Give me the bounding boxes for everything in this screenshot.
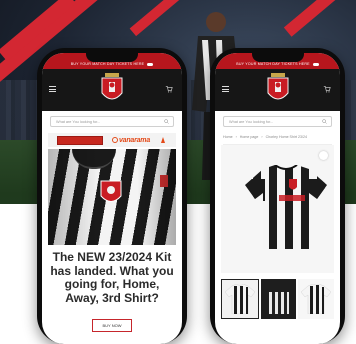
- promo-pill: [312, 63, 319, 66]
- thumbnail-front[interactable]: [221, 279, 259, 319]
- buy-now-button[interactable]: BUY NOW: [92, 319, 132, 332]
- phone-notch: [251, 53, 304, 62]
- breadcrumb-section[interactable]: Home page: [240, 135, 259, 139]
- search-input[interactable]: What are You looking for...: [223, 116, 332, 127]
- cart-icon[interactable]: [165, 85, 173, 93]
- thumbnail-strip: [221, 279, 335, 319]
- hero-headline: The NEW 23/2024 Kit has landed. What you…: [50, 250, 174, 305]
- shirt-thumb: [224, 284, 255, 314]
- right-phone-mockup: BUY YOUR MATCH DAY TICKETS HERE What are…: [210, 48, 345, 344]
- breadcrumb-home[interactable]: Home: [223, 135, 233, 139]
- photo-shading: [48, 149, 176, 245]
- promo-banner-text: BUY YOUR MATCH DAY TICKETS HERE: [236, 62, 310, 66]
- thumbnail-photo[interactable]: [260, 279, 297, 319]
- search-placeholder: What are You looking for...: [229, 119, 274, 124]
- search-placeholder: What are You looking for...: [56, 119, 101, 124]
- marketing-scene: BUY YOUR MATCH DAY TICKETS HERE What are…: [0, 0, 356, 344]
- search-input[interactable]: What are You looking for...: [50, 116, 174, 127]
- shirt-thumb: [263, 284, 294, 314]
- site-header: [42, 69, 182, 111]
- product-image[interactable]: [221, 145, 334, 273]
- kit-hero-photo[interactable]: [48, 149, 176, 245]
- breadcrumb: Home › Home page › Chorley Home Shirt 23…: [223, 133, 332, 145]
- phone-notch: [86, 53, 138, 62]
- search-icon[interactable]: [322, 119, 327, 124]
- menu-icon[interactable]: [222, 86, 229, 94]
- search-icon[interactable]: [164, 119, 169, 124]
- breadcrumb-current: Chorley Home Shirt 23/24: [265, 135, 307, 139]
- crest-icon[interactable]: [266, 73, 290, 105]
- shirt-image: [245, 165, 327, 249]
- breadcrumb-separator: ›: [235, 135, 237, 139]
- promo-banner-text: BUY YOUR MATCH DAY TICKETS HERE: [70, 62, 145, 66]
- cart-icon[interactable]: [323, 85, 331, 93]
- left-phone-mockup: BUY YOUR MATCH DAY TICKETS HERE What are…: [37, 48, 187, 344]
- sponsor-logo-primary: [56, 135, 103, 145]
- breadcrumb-separator: ›: [261, 135, 263, 139]
- left-phone-screen: BUY YOUR MATCH DAY TICKETS HERE What are…: [42, 53, 182, 344]
- sponsor-icon: [161, 137, 166, 143]
- sponsor-logo-vanarama: vanarama: [111, 136, 150, 144]
- zoom-icon[interactable]: [319, 151, 328, 160]
- sponsor-strip: vanarama: [48, 133, 176, 147]
- crest-icon[interactable]: [100, 73, 124, 105]
- site-header: [215, 69, 340, 111]
- thumbnail-back[interactable]: [298, 279, 335, 319]
- right-phone-screen: BUY YOUR MATCH DAY TICKETS HERE What are…: [215, 53, 340, 344]
- promo-pill: [147, 63, 154, 66]
- shirt-thumb: [301, 284, 332, 314]
- menu-icon[interactable]: [49, 86, 56, 94]
